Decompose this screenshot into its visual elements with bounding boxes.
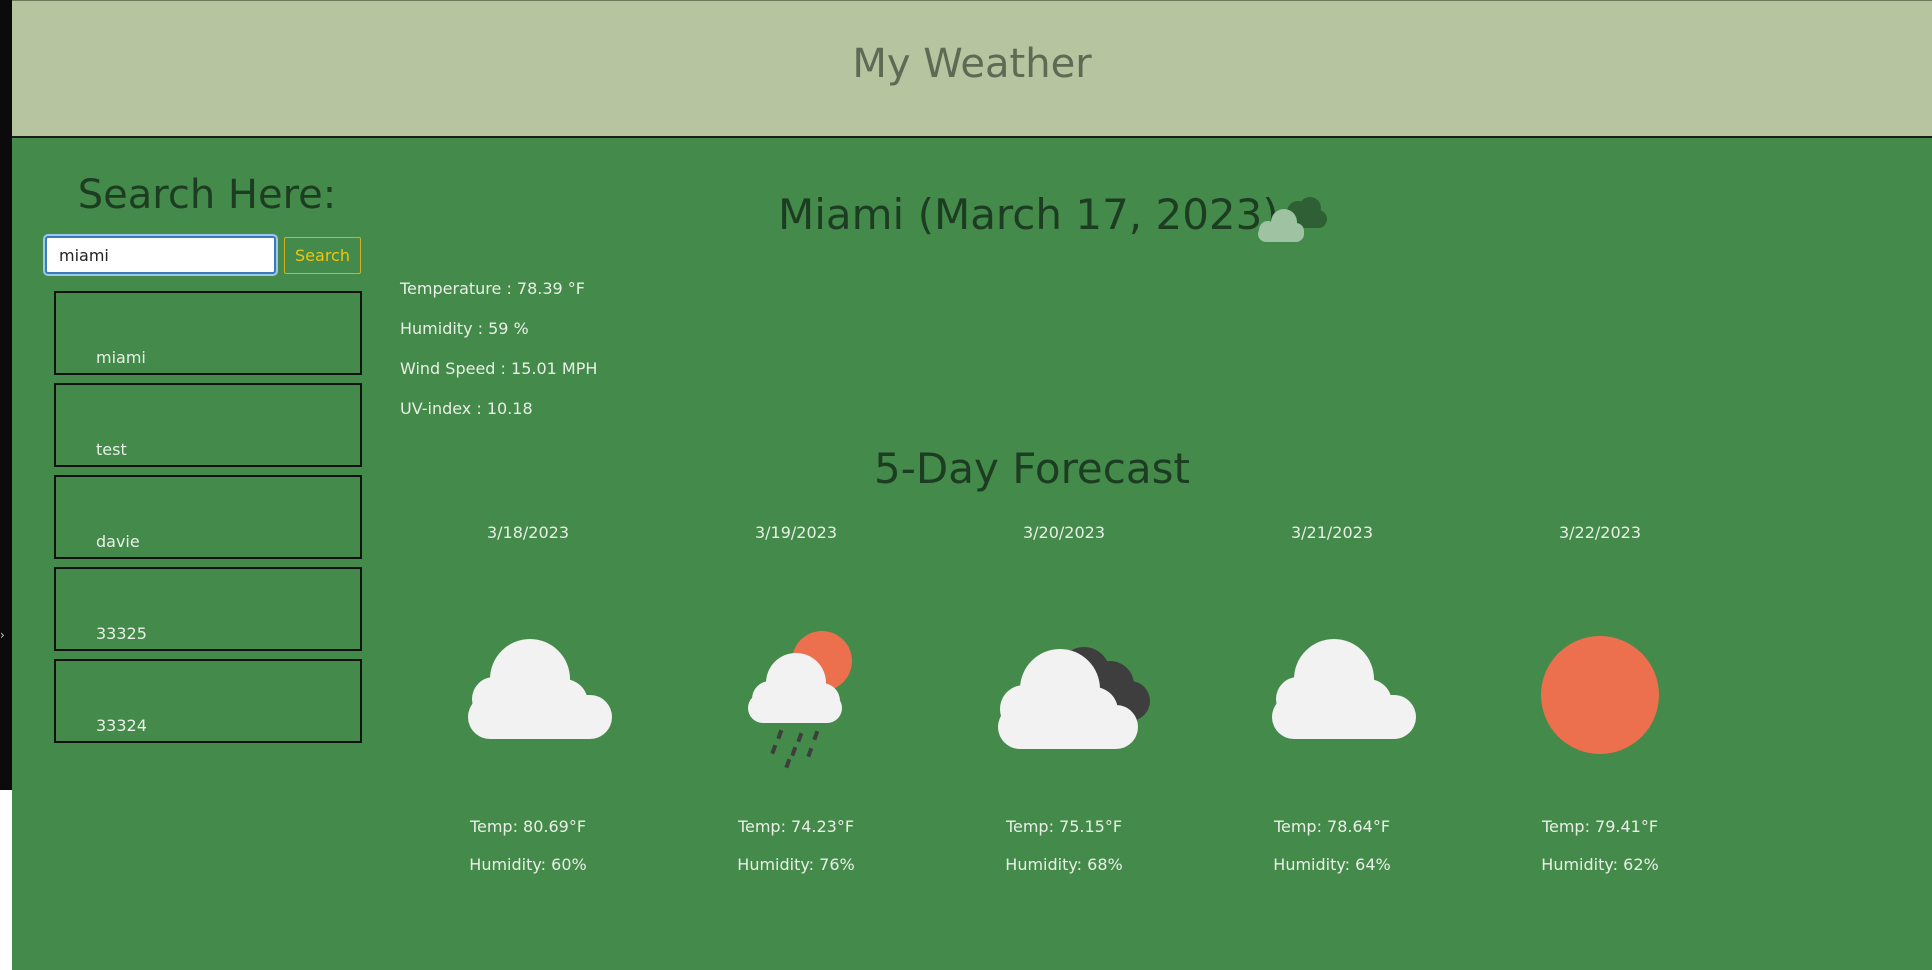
forecast-date: 3/18/2023 xyxy=(486,523,570,542)
cloud-icon xyxy=(1272,639,1416,739)
forecast-temp: Temp: 79.41°F xyxy=(1541,817,1659,836)
forecast-date: 3/21/2023 xyxy=(1290,523,1374,542)
history-item-label: davie xyxy=(96,532,140,551)
rain-sun-icon xyxy=(748,631,852,769)
resize-arrow-icon: › xyxy=(0,628,5,642)
history-item-miami[interactable]: miami xyxy=(54,291,362,375)
forecast-temp: Temp: 74.23°F xyxy=(737,817,855,836)
forecast-humidity: Humidity: 64% xyxy=(1273,855,1391,874)
forecast-temp: Temp: 78.64°F xyxy=(1273,817,1391,836)
forecast-card: 3/21/2023 Temp: 78.64°F Humidity: 64% xyxy=(1222,523,1442,874)
search-history: miami test davie 33325 33324 xyxy=(54,291,362,751)
current-stats: Temperature : 78.39 °F Humidity : 59 % W… xyxy=(400,279,597,439)
forecast-title: 5-Day Forecast xyxy=(874,444,1190,493)
forecast-date: 3/22/2023 xyxy=(1558,523,1642,542)
search-button[interactable]: Search xyxy=(284,237,361,274)
forecast-temp: Temp: 80.69°F xyxy=(469,817,587,836)
history-item-label: 33324 xyxy=(96,716,147,735)
cloud-icon xyxy=(468,639,612,739)
forecast-card: 3/22/2023 Temp: 79.41°F Humidity: 62% xyxy=(1490,523,1710,874)
left-edge-strip xyxy=(0,0,12,790)
history-item-label: 33325 xyxy=(96,624,147,643)
forecast-temp: Temp: 75.15°F xyxy=(1005,817,1123,836)
current-wind: Wind Speed : 15.01 MPH xyxy=(400,359,598,378)
current-uv-index: UV-index : 10.18 xyxy=(400,399,533,418)
page-title: My Weather xyxy=(852,41,1092,87)
forecast-card: 3/18/2023 Temp: 80.69°F Humidity: 60% xyxy=(418,523,638,874)
current-humidity: Humidity : 59 % xyxy=(400,319,529,338)
history-item-label: miami xyxy=(96,348,146,367)
broken-clouds-icon xyxy=(1258,197,1327,242)
history-item-test[interactable]: test xyxy=(54,383,362,467)
forecast-humidity: Humidity: 76% xyxy=(737,855,855,874)
forecast-humidity: Humidity: 68% xyxy=(1005,855,1123,874)
app-root: › My Weather Search Here: Search miami t… xyxy=(0,0,1932,970)
search-input[interactable] xyxy=(45,236,276,274)
history-item-label: test xyxy=(96,440,127,459)
main-area: Search Here: Search miami test davie 333… xyxy=(12,138,1932,970)
forecast-date: 3/19/2023 xyxy=(754,523,838,542)
history-item-davie[interactable]: davie xyxy=(54,475,362,559)
forecast-card: 3/20/2023 Temp: 75.15°F Humidity: 68% xyxy=(954,523,1174,874)
forecast-humidity: Humidity: 62% xyxy=(1541,855,1659,874)
sun-icon xyxy=(1541,636,1659,754)
current-city-title: Miami (March 17, 2023) xyxy=(778,190,1279,239)
forecast-humidity: Humidity: 60% xyxy=(469,855,587,874)
forecast-card: 3/19/2023 Temp: 74.23°F Humidity: 76% xyxy=(686,523,906,874)
search-title: Search Here: xyxy=(77,172,337,218)
forecast-date: 3/20/2023 xyxy=(1022,523,1106,542)
current-temperature: Temperature : 78.39 °F xyxy=(400,279,586,298)
broken-clouds-icon xyxy=(998,647,1150,749)
header: My Weather xyxy=(12,0,1932,138)
history-item-33324[interactable]: 33324 xyxy=(54,659,362,743)
history-item-33325[interactable]: 33325 xyxy=(54,567,362,651)
